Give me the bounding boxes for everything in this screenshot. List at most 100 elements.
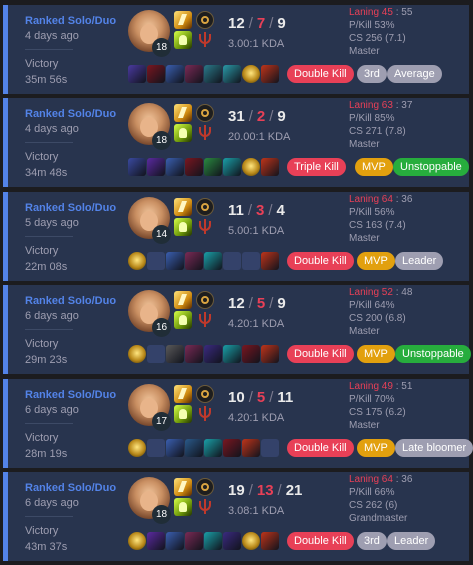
badge-leader: Leader <box>387 532 436 550</box>
keystone-rune-icon[interactable] <box>196 291 214 309</box>
laning-score: Laning 63 : 37 <box>349 100 413 111</box>
item-slot[interactable] <box>185 532 203 550</box>
item-slot[interactable] <box>166 158 184 176</box>
item-slot[interactable] <box>185 65 203 83</box>
item-slot[interactable] <box>166 252 184 270</box>
laning-score: Laning 49 : 51 <box>349 381 413 392</box>
keystone-rune-icon[interactable] <box>196 104 214 122</box>
item-slot[interactable] <box>223 532 241 550</box>
secondary-rune-icon[interactable] <box>197 312 213 328</box>
item-slot[interactable] <box>261 345 279 363</box>
item-slot[interactable] <box>204 345 222 363</box>
keystone-rune-icon[interactable] <box>196 198 214 216</box>
item-slot[interactable] <box>261 252 279 270</box>
item-slot[interactable] <box>261 532 279 550</box>
secondary-rune-icon[interactable] <box>197 125 213 141</box>
item-slot[interactable] <box>166 345 184 363</box>
ghost-spell-icon[interactable] <box>174 311 192 329</box>
match-card[interactable]: Ranked Solo/Duo 5 days ago Victory 22m 0… <box>3 192 469 281</box>
item-slot[interactable] <box>261 439 279 457</box>
badge-double-kill: Double Kill <box>287 439 354 457</box>
time-ago: 4 days ago <box>25 123 79 135</box>
keystone-rune-icon[interactable] <box>196 11 214 29</box>
flash-spell-icon[interactable] <box>174 104 192 122</box>
secondary-rune-icon[interactable] <box>197 219 213 235</box>
item-slot[interactable] <box>242 439 260 457</box>
secondary-rune-icon[interactable] <box>197 406 213 422</box>
creep-score: CS 200 (6.8) <box>349 313 406 324</box>
item-slot[interactable] <box>185 439 203 457</box>
item-slot[interactable] <box>204 532 222 550</box>
item-slot[interactable] <box>204 65 222 83</box>
flash-spell-icon[interactable] <box>174 385 192 403</box>
item-slot[interactable] <box>166 439 184 457</box>
secondary-rune-icon[interactable] <box>197 499 213 515</box>
match-card[interactable]: Ranked Solo/Duo 6 days ago Victory 28m 1… <box>3 379 473 468</box>
item-slot[interactable] <box>128 158 146 176</box>
item-slot[interactable] <box>128 345 146 363</box>
item-slot[interactable] <box>242 252 260 270</box>
item-slot[interactable] <box>223 439 241 457</box>
flash-spell-icon[interactable] <box>174 291 192 309</box>
badge-double-kill: Double Kill <box>287 65 354 83</box>
item-slot[interactable] <box>147 65 165 83</box>
ghost-spell-icon[interactable] <box>174 498 192 516</box>
item-slot[interactable] <box>147 532 165 550</box>
item-slot[interactable] <box>128 65 146 83</box>
item-slot[interactable] <box>166 65 184 83</box>
item-slot[interactable] <box>185 158 203 176</box>
keystone-rune-icon[interactable] <box>196 385 214 403</box>
item-slot[interactable] <box>261 158 279 176</box>
time-ago: 6 days ago <box>25 404 79 416</box>
item-slot[interactable] <box>242 532 260 550</box>
item-slot[interactable] <box>185 345 203 363</box>
badge-average: Average <box>387 65 442 83</box>
flash-spell-icon[interactable] <box>174 478 192 496</box>
flash-spell-icon[interactable] <box>174 198 192 216</box>
item-slot[interactable] <box>223 252 241 270</box>
match-card[interactable]: Ranked Solo/Duo 4 days ago Victory 35m 5… <box>3 5 469 94</box>
ghost-spell-icon[interactable] <box>174 31 192 49</box>
item-slot[interactable] <box>223 345 241 363</box>
item-slot[interactable] <box>128 439 146 457</box>
item-slot[interactable] <box>204 252 222 270</box>
champion-level: 17 <box>152 412 171 431</box>
item-slot[interactable] <box>166 532 184 550</box>
item-slot[interactable] <box>242 65 260 83</box>
flash-spell-icon[interactable] <box>174 11 192 29</box>
average-tier: Master <box>349 326 380 337</box>
item-slot[interactable] <box>242 345 260 363</box>
creep-score: CS 175 (6.2) <box>349 407 406 418</box>
item-slot[interactable] <box>204 158 222 176</box>
kda-score: 10/5/11 <box>228 389 294 406</box>
creep-score: CS 271 (7.8) <box>349 126 406 137</box>
ghost-spell-icon[interactable] <box>174 124 192 142</box>
item-slot[interactable] <box>128 532 146 550</box>
ghost-spell-icon[interactable] <box>174 405 192 423</box>
item-slot[interactable] <box>147 439 165 457</box>
match-card[interactable]: Ranked Solo/Duo 6 days ago Victory 43m 3… <box>3 472 469 561</box>
kill-participation: P/Kill 64% <box>349 300 395 311</box>
item-slot[interactable] <box>147 252 165 270</box>
item-slot[interactable] <box>223 158 241 176</box>
badge-unstoppable: Unstoppable <box>395 345 471 363</box>
item-slot[interactable] <box>261 65 279 83</box>
game-result: Victory <box>25 245 59 257</box>
item-slot[interactable] <box>147 158 165 176</box>
item-slot[interactable] <box>185 252 203 270</box>
ghost-spell-icon[interactable] <box>174 218 192 236</box>
match-card[interactable]: Ranked Solo/Duo 4 days ago Victory 34m 4… <box>3 98 469 187</box>
champion-level: 18 <box>152 38 171 57</box>
match-card[interactable]: Ranked Solo/Duo 6 days ago Victory 29m 2… <box>3 285 471 374</box>
item-slot[interactable] <box>128 252 146 270</box>
secondary-rune-icon[interactable] <box>197 32 213 48</box>
item-slot[interactable] <box>242 158 260 176</box>
item-slot[interactable] <box>147 345 165 363</box>
kda-ratio: 5.00:1 KDA <box>228 225 285 237</box>
queue-type: Ranked Solo/Duo <box>25 15 117 27</box>
keystone-rune-icon[interactable] <box>196 478 214 496</box>
kills: 11 <box>228 202 244 219</box>
item-slot[interactable] <box>204 439 222 457</box>
game-result: Victory <box>25 338 59 350</box>
item-slot[interactable] <box>223 65 241 83</box>
